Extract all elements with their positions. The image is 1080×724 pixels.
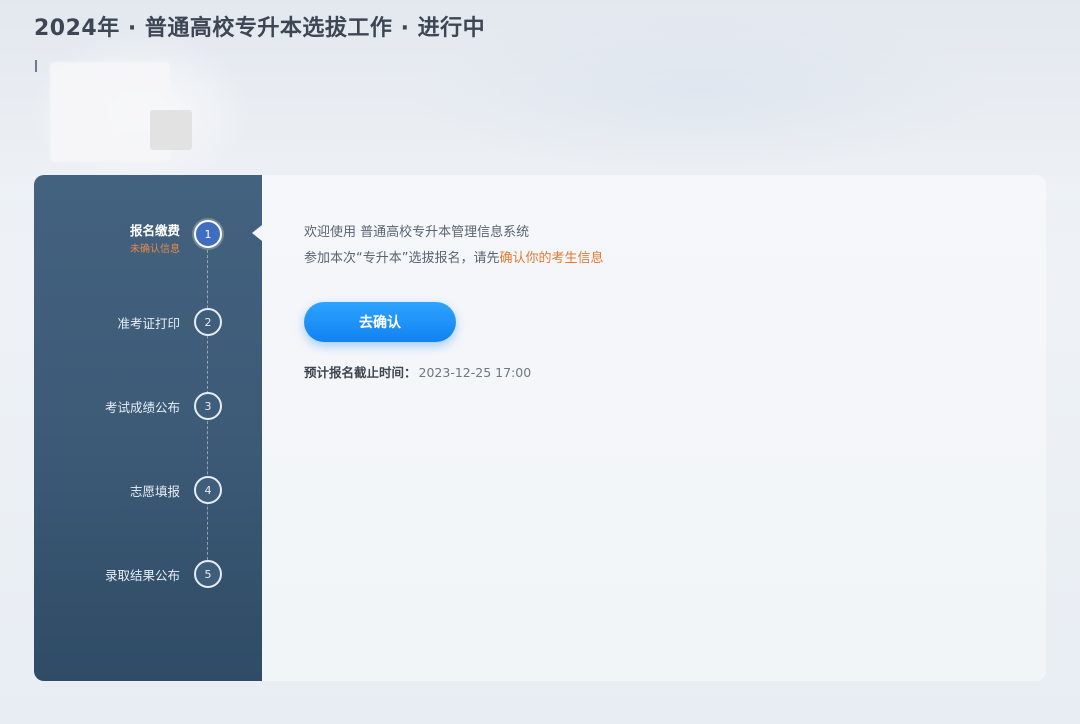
step-number-circle: 4 [194, 476, 222, 504]
blurred-mark [35, 60, 37, 72]
deadline-label: 预计报名截止时间： [304, 365, 417, 380]
registration-card: 报名缴费 未确认信息 1 准考证打印 2 考试成绩公布 3 志愿填报 4 录取结… [34, 175, 1046, 681]
welcome-text: 欢迎使用 普通高校专升本管理信息系统 [304, 225, 530, 240]
step-registration-payment[interactable]: 报名缴费 未确认信息 1 [34, 220, 262, 260]
confirm-button[interactable]: 去确认 [304, 302, 456, 342]
step-admission-results[interactable]: 录取结果公布 5 [34, 560, 262, 600]
step-admission-ticket-print[interactable]: 准考证打印 2 [34, 308, 262, 348]
page-title: 2024年 · 普通高校专升本选拔工作 · 进行中 [34, 16, 486, 41]
step-application-fill[interactable]: 志愿填报 4 [34, 476, 262, 516]
step-number-circle: 2 [194, 308, 222, 336]
active-step-pointer [252, 225, 262, 241]
step-number-circle: 3 [194, 392, 222, 420]
step-label: 报名缴费 [129, 223, 180, 238]
step-number-circle: 1 [194, 220, 222, 248]
step-label: 志愿填报 [129, 484, 180, 499]
blurred-image-region-small [150, 110, 192, 150]
instruction-text: 参加本次“专升本”选拔报名，请先确认你的考生信息 [304, 247, 604, 266]
step-exam-results[interactable]: 考试成绩公布 3 [34, 392, 262, 432]
step-label: 准考证打印 [117, 316, 180, 331]
step-label: 考试成绩公布 [104, 400, 180, 415]
instruction-highlight: 确认你的考生信息 [499, 251, 604, 266]
deadline-info: 预计报名截止时间： 2023-12-25 17:00 [304, 362, 531, 381]
instruction-prefix: 参加本次“专升本”选拔报名，请先 [304, 251, 500, 266]
progress-sidebar: 报名缴费 未确认信息 1 准考证打印 2 考试成绩公布 3 志愿填报 4 录取结… [34, 175, 262, 681]
step-number-circle: 5 [194, 560, 222, 588]
main-content-panel: 欢迎使用 普通高校专升本管理信息系统 参加本次“专升本”选拔报名，请先确认你的考… [262, 175, 1046, 681]
step-label: 录取结果公布 [104, 568, 180, 583]
step-status: 未确认信息 [130, 244, 180, 255]
deadline-value: 2023-12-25 17:00 [418, 365, 532, 380]
